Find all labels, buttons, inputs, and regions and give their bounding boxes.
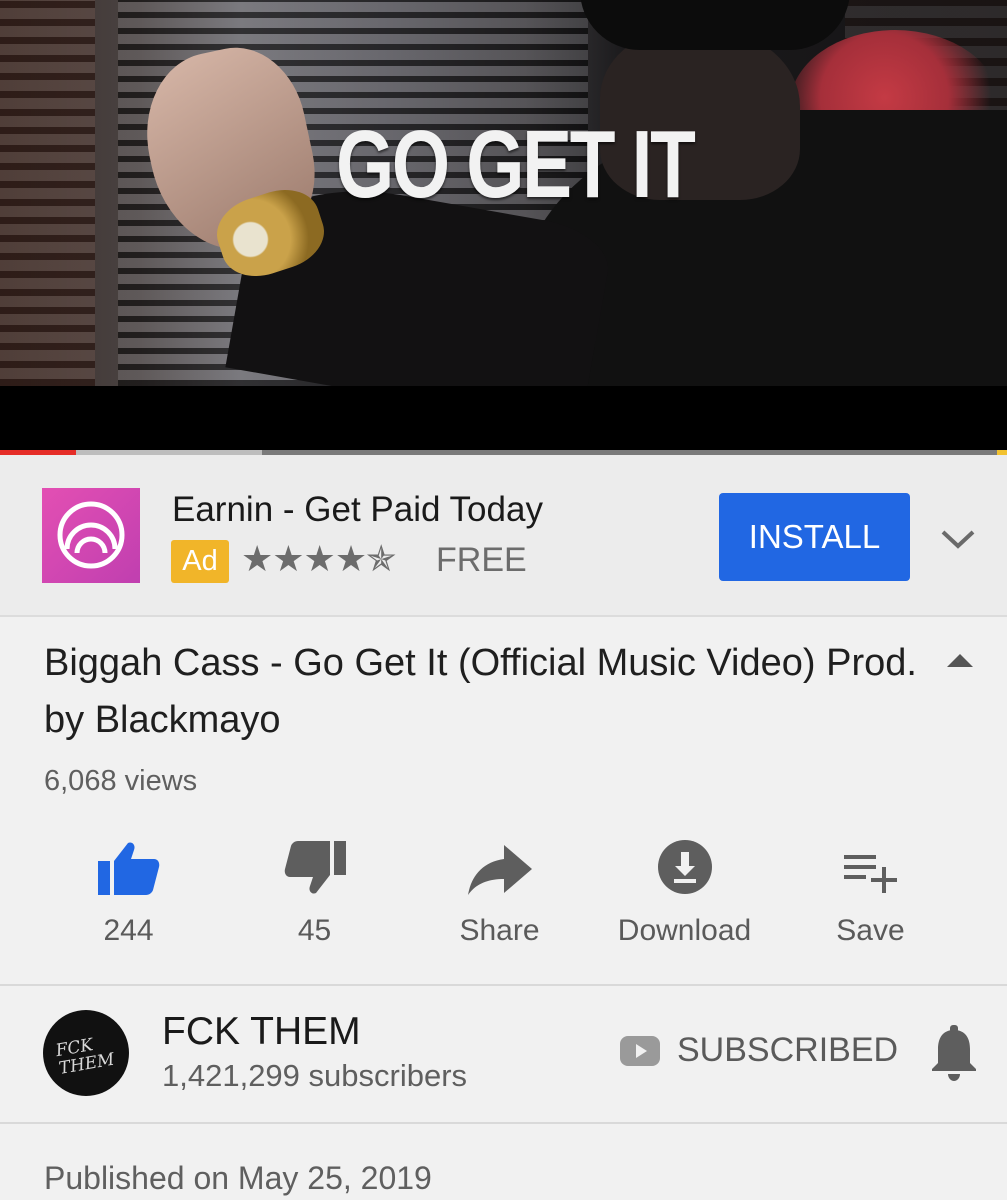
download-button[interactable]: Download: [592, 830, 777, 948]
video-title[interactable]: Biggah Cass - Go Get It (Official Music …: [44, 635, 934, 749]
ad-price: FREE: [436, 541, 527, 579]
share-icon: [467, 845, 532, 900]
thumbs-up-icon: [97, 841, 160, 900]
save-playlist-icon: [842, 853, 900, 900]
dislike-button[interactable]: 45: [222, 830, 407, 948]
youtube-play-icon: [620, 1036, 660, 1071]
video-player[interactable]: GO GET IT: [0, 0, 1007, 451]
download-icon: [657, 839, 713, 900]
like-button[interactable]: 244: [36, 830, 221, 948]
earnin-logo-icon[interactable]: [42, 488, 140, 583]
thumbs-down-icon: [284, 841, 346, 900]
avatar-logo-text: FCK THEM: [54, 1035, 116, 1079]
dislike-count: 45: [297, 914, 332, 947]
subscriber-count: 1,421,299 subscribers: [162, 1058, 468, 1093]
view-count: 6,068 views: [44, 765, 198, 797]
triangle-up-icon[interactable]: [944, 650, 976, 675]
share-label: Share: [459, 914, 540, 947]
ad-badge: Ad: [171, 540, 229, 583]
ad-title[interactable]: Earnin - Get Paid Today: [172, 490, 543, 530]
share-button[interactable]: Share: [407, 830, 592, 948]
action-bar: 244 45 Share Download Save: [0, 830, 1007, 985]
save-label: Save: [836, 914, 905, 947]
building-left: [0, 0, 95, 386]
bell-icon[interactable]: [930, 1025, 978, 1086]
divider: [0, 984, 1007, 986]
published-date: Published on May 25, 2019: [44, 1160, 432, 1196]
channel-avatar[interactable]: FCK THEM: [43, 1010, 129, 1096]
channel-name[interactable]: FCK THEM: [162, 1010, 361, 1054]
video-overlay-title: GO GET IT: [336, 111, 696, 218]
ad-rating-stars: ★★★★✯: [241, 538, 396, 579]
install-button[interactable]: INSTALL: [719, 493, 910, 581]
like-count: 244: [103, 914, 154, 947]
video-frame[interactable]: GO GET IT: [0, 0, 1007, 386]
beanie: [580, 0, 850, 50]
subscribed-button[interactable]: SUBSCRIBED: [677, 1031, 898, 1070]
download-label: Download: [617, 914, 752, 947]
save-button[interactable]: Save: [778, 830, 963, 948]
divider: [0, 1122, 1007, 1124]
chevron-down-icon[interactable]: [940, 527, 976, 556]
